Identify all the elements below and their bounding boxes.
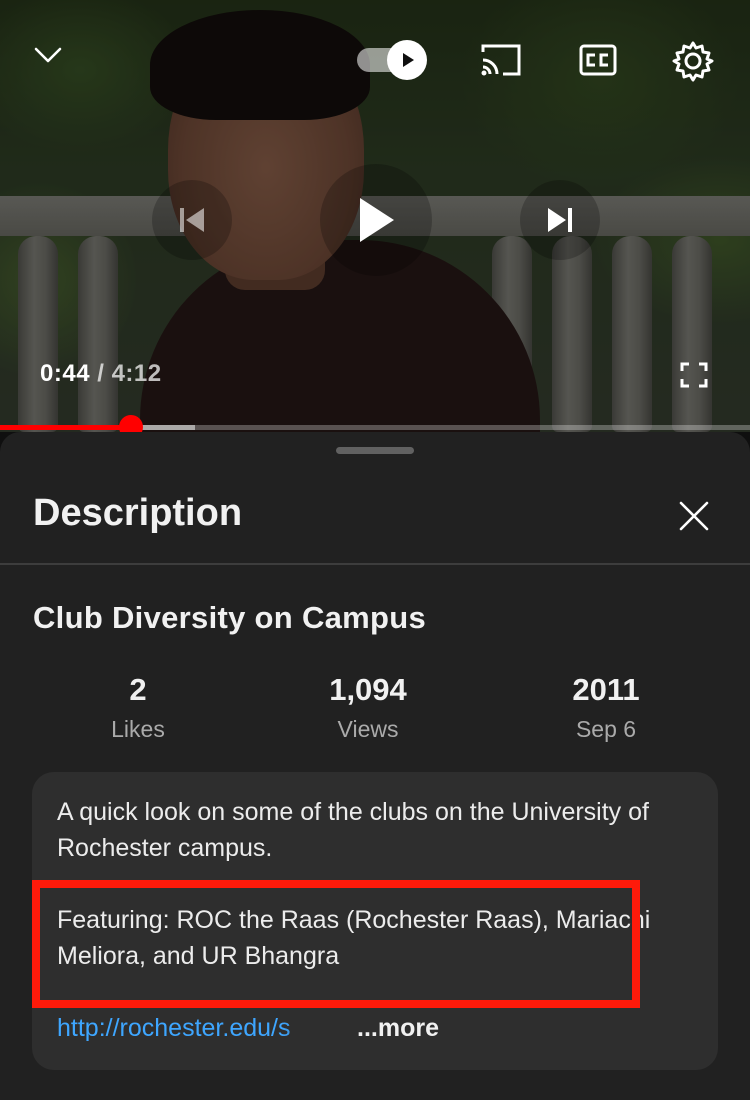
description-panel: Description Club Diversity on Campus 2 L… — [0, 432, 750, 1100]
played-bar — [0, 425, 132, 430]
autoplay-toggle[interactable] — [357, 40, 431, 80]
play-icon — [360, 198, 394, 242]
closed-captions-icon[interactable] — [578, 42, 618, 78]
close-icon[interactable] — [672, 494, 716, 538]
views-count: 1,094 — [329, 672, 407, 707]
upload-year: 2011 — [572, 672, 640, 707]
skip-next-button[interactable] — [520, 180, 600, 260]
more-button[interactable]: ...more — [357, 1010, 439, 1046]
video-title: Club Diversity on Campus — [33, 600, 427, 635]
video-player[interactable]: 0:44 / 4:12 — [0, 0, 750, 432]
likes-count: 2 — [129, 672, 147, 707]
skip-previous-button[interactable] — [152, 180, 232, 260]
upload-date: Sep 6 — [575, 716, 637, 742]
time-separator: / — [97, 360, 105, 387]
fullscreen-icon[interactable] — [678, 360, 710, 390]
chevron-down-icon[interactable] — [28, 40, 68, 70]
likes-stat: 2 Likes — [38, 672, 238, 743]
date-stat: 2011 Sep 6 — [506, 672, 706, 743]
divider — [0, 563, 750, 565]
views-label: Views — [337, 716, 399, 742]
panel-title: Description — [33, 492, 243, 534]
cast-icon[interactable] — [478, 40, 524, 80]
skip-previous-icon — [180, 208, 204, 232]
views-stat: 1,094 Views — [268, 672, 468, 743]
autoplay-toggle-icon — [387, 40, 427, 80]
description-paragraph: A quick look on some of the clubs on the… — [57, 798, 649, 862]
likes-label: Likes — [111, 716, 165, 742]
progress-bar[interactable] — [0, 415, 750, 432]
drag-handle[interactable] — [336, 447, 414, 454]
time-display: 0:44 / 4:12 — [40, 360, 162, 388]
duration: 4:12 — [111, 360, 162, 387]
current-time: 0:44 — [40, 360, 91, 387]
skip-next-icon — [548, 208, 572, 232]
description-box[interactable]: A quick look on some of the clubs on the… — [32, 772, 718, 1070]
highlight-box — [32, 880, 640, 1008]
play-button[interactable] — [320, 164, 432, 276]
gear-icon[interactable] — [670, 38, 716, 84]
